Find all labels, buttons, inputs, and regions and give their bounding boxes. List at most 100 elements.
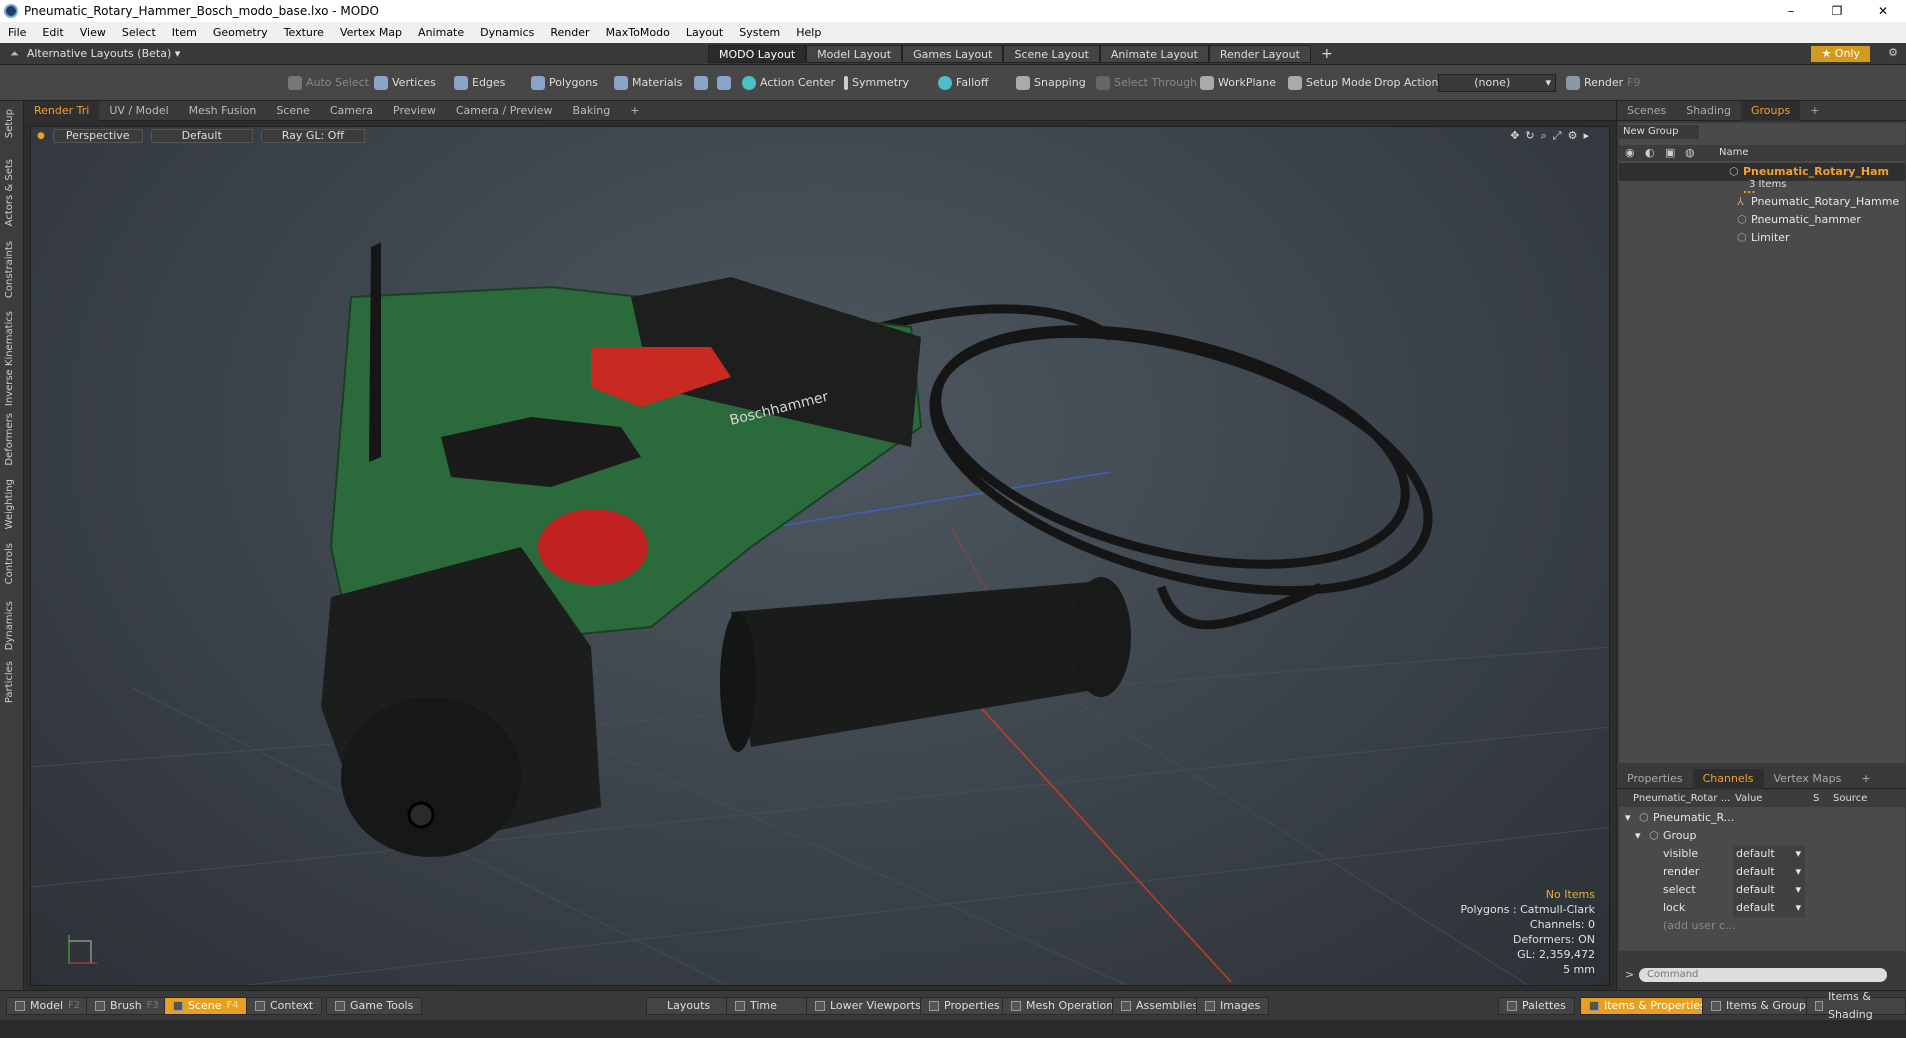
3d-viewport[interactable]: ● Perspective Default Ray GL: Off ✥↻⌕⤢⚙▸	[30, 126, 1610, 986]
restore-button[interactable]: ❐	[1814, 4, 1860, 18]
menu-system[interactable]: System	[731, 26, 788, 39]
add-layout-button[interactable]: +	[1311, 45, 1343, 63]
select-through-button[interactable]: Select Through	[1092, 73, 1201, 93]
add-right-tab-button[interactable]: +	[1800, 104, 1829, 117]
new-group-button[interactable]: New Group	[1619, 125, 1699, 139]
group-child-row[interactable]: ⬡ Limiter	[1619, 229, 1905, 247]
command-input[interactable]: Command	[1639, 968, 1887, 982]
menu-view[interactable]: View	[72, 26, 114, 39]
brush-button[interactable]: Brush F3	[86, 997, 168, 1015]
items-shading-button[interactable]: Items & Shading	[1806, 990, 1906, 1021]
items-groups-button[interactable]: Items & Groups	[1702, 997, 1821, 1015]
menu-texture[interactable]: Texture	[276, 26, 332, 39]
drop-action-select[interactable]: (none) ▾	[1438, 74, 1556, 92]
vtab-setup[interactable]: Setup	[4, 109, 15, 138]
menu-maxtomodo[interactable]: MaxToModo	[598, 26, 678, 39]
menu-help[interactable]: Help	[788, 26, 829, 39]
menu-item[interactable]: Item	[164, 26, 205, 39]
tab-baking[interactable]: Baking	[563, 104, 621, 117]
items-properties-button[interactable]: Items & Properties	[1580, 997, 1715, 1015]
menu-edit[interactable]: Edit	[34, 26, 71, 39]
shield-toggle-b[interactable]	[713, 73, 735, 93]
group-child-row[interactable]: ⬡ Pneumatic_hammer	[1619, 211, 1905, 229]
tab-model-layout[interactable]: Model Layout	[806, 45, 903, 63]
channel-value-select[interactable]: default ▾	[1733, 845, 1805, 863]
vtab-particles[interactable]: Particles	[4, 661, 15, 703]
vtab-actors-sets[interactable]: Actors & Sets	[4, 159, 15, 226]
up-arrow-icon[interactable]: ⏶	[10, 47, 19, 61]
select-toggle-icon[interactable]: ◍	[1685, 145, 1695, 161]
lock-icon[interactable]: ▣	[1665, 145, 1675, 161]
lower-viewports-button[interactable]: Lower Viewports	[806, 997, 930, 1015]
menu-animate[interactable]: Animate	[410, 26, 472, 39]
tab-preview[interactable]: Preview	[383, 104, 446, 117]
channel-row[interactable]: visible default ▾	[1619, 845, 1905, 863]
auto-select-button[interactable]: Auto Select	[284, 73, 373, 93]
close-button[interactable]: ✕	[1860, 4, 1906, 18]
model-button[interactable]: Model F2	[6, 997, 90, 1015]
channel-value-select[interactable]: default ▾	[1733, 863, 1805, 881]
add-bottom-tab-button[interactable]: +	[1851, 772, 1880, 785]
expand-icon[interactable]: ▾	[1635, 827, 1641, 845]
tab-render-layout[interactable]: Render Layout	[1208, 45, 1311, 63]
assemblies-button[interactable]: Assemblies	[1112, 997, 1208, 1015]
expand-icon[interactable]: ▾	[1625, 809, 1631, 827]
tab-camera-preview[interactable]: Camera / Preview	[446, 104, 563, 117]
time-button[interactable]: Time	[726, 997, 808, 1015]
channel-row[interactable]: lock default ▾	[1619, 899, 1905, 917]
tab-games-layout[interactable]: Games Layout	[902, 45, 1004, 63]
vertices-button[interactable]: Vertices	[370, 73, 440, 93]
minimize-button[interactable]: –	[1768, 4, 1814, 18]
menu-dynamics[interactable]: Dynamics	[472, 26, 542, 39]
workplane-button[interactable]: WorkPlane	[1196, 73, 1280, 93]
tab-scene[interactable]: Scene	[266, 104, 320, 117]
tab-scene-layout[interactable]: Scene Layout	[1003, 45, 1100, 63]
only-button[interactable]: ★ Only	[1811, 46, 1870, 62]
channel-value-select[interactable]: default ▾	[1733, 899, 1805, 917]
vtab-deformers[interactable]: Deformers	[4, 413, 15, 466]
action-center-button[interactable]: Action Center	[738, 73, 839, 93]
context-button[interactable]: Context	[246, 997, 323, 1015]
tab-mesh-fusion[interactable]: Mesh Fusion	[179, 104, 267, 117]
snapping-button[interactable]: Snapping	[1012, 73, 1090, 93]
eye-icon[interactable]: ◉	[1625, 145, 1635, 161]
tab-uv-model[interactable]: UV / Model	[99, 104, 178, 117]
edges-button[interactable]: Edges	[450, 73, 509, 93]
menu-vertex-map[interactable]: Vertex Map	[332, 26, 410, 39]
tab-channels[interactable]: Channels	[1692, 768, 1764, 789]
tab-scenes[interactable]: Scenes	[1617, 104, 1676, 117]
images-button[interactable]: Images	[1196, 997, 1270, 1015]
add-tab-button[interactable]: +	[620, 104, 649, 117]
vtab-weighting[interactable]: Weighting	[4, 479, 15, 529]
polygons-button[interactable]: Polygons	[527, 73, 602, 93]
setup-mode-button[interactable]: Setup Mode	[1284, 73, 1375, 93]
gear-icon[interactable]: ⚙	[1888, 46, 1898, 59]
tab-shading[interactable]: Shading	[1676, 104, 1741, 117]
game-tools-button[interactable]: Game Tools	[326, 997, 423, 1015]
properties-button[interactable]: Properties	[920, 997, 1009, 1015]
vtab-controls[interactable]: Controls	[4, 543, 15, 584]
scene-button[interactable]: Scene F4	[164, 997, 248, 1015]
shield-toggle-a[interactable]	[690, 73, 712, 93]
symmetry-button[interactable]: Symmetry	[840, 73, 913, 93]
tab-groups[interactable]: Groups	[1740, 100, 1801, 121]
vtab-dynamics[interactable]: Dynamics	[4, 601, 15, 650]
channel-item-row[interactable]: ▾ ⬡ Pneumatic_R...	[1619, 809, 1905, 827]
menu-geometry[interactable]: Geometry	[205, 26, 276, 39]
render-button[interactable]: Render F9	[1562, 73, 1645, 93]
group-child-row[interactable]: ⅄ Pneumatic_Rotary_Hamme ...	[1619, 193, 1905, 226]
channel-group-row[interactable]: ▾ ⬡ Group	[1619, 827, 1905, 845]
render-toggle-icon[interactable]: ◐	[1645, 145, 1655, 161]
menu-select[interactable]: Select	[114, 26, 164, 39]
materials-button[interactable]: Materials	[610, 73, 686, 93]
menu-render[interactable]: Render	[542, 26, 597, 39]
channel-value-select[interactable]: default ▾	[1733, 881, 1805, 899]
tab-animate-layout[interactable]: Animate Layout	[1099, 45, 1209, 63]
channel-row[interactable]: select default ▾	[1619, 881, 1905, 899]
tab-vertex-maps[interactable]: Vertex Maps	[1764, 772, 1852, 785]
tab-modo-layout[interactable]: MODO Layout	[708, 45, 807, 63]
layouts-button[interactable]: Layouts	[646, 997, 732, 1015]
alternative-layouts-dropdown[interactable]: Alternative Layouts (Beta) ▾	[27, 47, 180, 60]
menu-layout[interactable]: Layout	[678, 26, 731, 39]
vtab-constraints[interactable]: Constraints	[4, 241, 15, 298]
